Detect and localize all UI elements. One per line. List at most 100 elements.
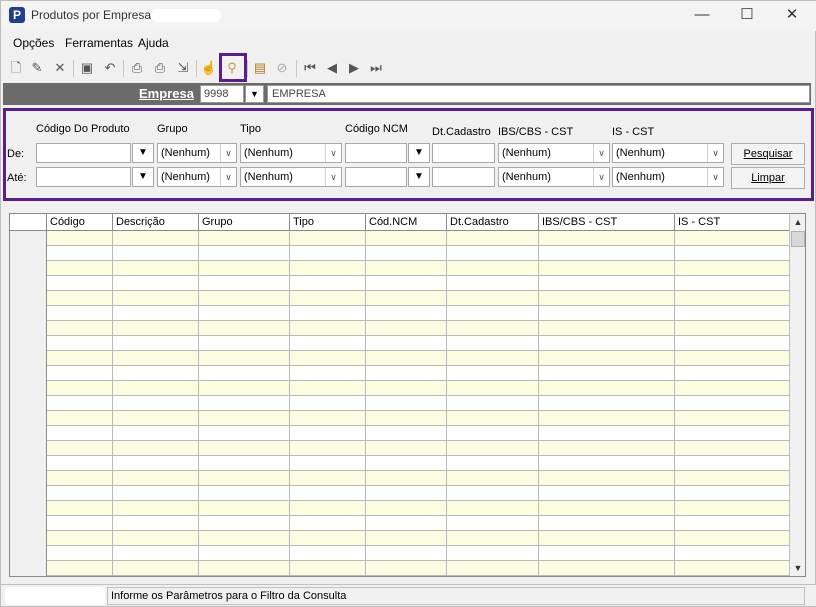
table-cell[interactable] bbox=[539, 246, 675, 261]
next-record-icon[interactable]: ▶ bbox=[345, 59, 363, 77]
previous-record-icon[interactable]: ◀ bbox=[323, 59, 341, 77]
table-cell[interactable] bbox=[675, 486, 790, 501]
table-cell[interactable] bbox=[366, 411, 447, 426]
row-selector[interactable] bbox=[10, 396, 47, 411]
table-cell[interactable] bbox=[199, 426, 290, 441]
table-cell[interactable] bbox=[539, 561, 675, 576]
table-cell[interactable] bbox=[199, 546, 290, 561]
table-cell[interactable] bbox=[290, 456, 366, 471]
table-cell[interactable] bbox=[675, 261, 790, 276]
table-cell[interactable] bbox=[366, 471, 447, 486]
close-button[interactable]: ✕ bbox=[772, 5, 812, 25]
table-row[interactable] bbox=[10, 441, 790, 456]
table-cell[interactable] bbox=[47, 336, 113, 351]
table-cell[interactable] bbox=[366, 246, 447, 261]
table-cell[interactable] bbox=[539, 411, 675, 426]
table-cell[interactable] bbox=[113, 426, 199, 441]
table-cell[interactable] bbox=[47, 561, 113, 576]
table-cell[interactable] bbox=[447, 411, 539, 426]
table-cell[interactable] bbox=[290, 321, 366, 336]
table-cell[interactable] bbox=[447, 396, 539, 411]
grupo-de-select[interactable]: (Nenhum) ∨ bbox=[157, 143, 237, 163]
scroll-down-icon[interactable]: ▼ bbox=[790, 560, 805, 576]
table-cell[interactable] bbox=[675, 396, 790, 411]
table-cell[interactable] bbox=[447, 261, 539, 276]
row-selector[interactable] bbox=[10, 501, 47, 516]
table-cell[interactable] bbox=[675, 531, 790, 546]
table-cell[interactable] bbox=[447, 456, 539, 471]
table-cell[interactable] bbox=[113, 411, 199, 426]
table-cell[interactable] bbox=[290, 501, 366, 516]
dtcadastro-ate-input[interactable] bbox=[432, 167, 495, 187]
table-cell[interactable] bbox=[366, 231, 447, 246]
table-cell[interactable] bbox=[47, 276, 113, 291]
table-cell[interactable] bbox=[290, 471, 366, 486]
table-row[interactable] bbox=[10, 246, 790, 261]
row-selector[interactable] bbox=[10, 426, 47, 441]
table-cell[interactable] bbox=[539, 486, 675, 501]
table-cell[interactable] bbox=[113, 546, 199, 561]
table-cell[interactable] bbox=[366, 441, 447, 456]
table-cell[interactable] bbox=[199, 396, 290, 411]
table-cell[interactable] bbox=[675, 351, 790, 366]
row-selector[interactable] bbox=[10, 381, 47, 396]
tipo-de-select[interactable]: (Nenhum) ∨ bbox=[240, 143, 342, 163]
table-cell[interactable] bbox=[113, 321, 199, 336]
table-cell[interactable] bbox=[539, 321, 675, 336]
first-record-icon[interactable]: ⏮ bbox=[301, 59, 319, 77]
ncm-ate-dropdown[interactable]: ▼ bbox=[408, 167, 430, 187]
table-cell[interactable] bbox=[113, 516, 199, 531]
table-cell[interactable] bbox=[539, 441, 675, 456]
table-cell[interactable] bbox=[290, 486, 366, 501]
column-header[interactable]: Grupo bbox=[199, 214, 290, 231]
table-cell[interactable] bbox=[366, 321, 447, 336]
table-cell[interactable] bbox=[539, 381, 675, 396]
maximize-button[interactable]: ☐ bbox=[727, 5, 767, 25]
row-selector[interactable] bbox=[10, 336, 47, 351]
scroll-up-icon[interactable]: ▲ bbox=[790, 214, 805, 230]
table-cell[interactable] bbox=[290, 351, 366, 366]
row-selector[interactable] bbox=[10, 531, 47, 546]
table-cell[interactable] bbox=[675, 426, 790, 441]
delete-icon[interactable]: ✕ bbox=[51, 59, 69, 77]
row-selector[interactable] bbox=[10, 561, 47, 576]
table-cell[interactable] bbox=[113, 276, 199, 291]
table-cell[interactable] bbox=[447, 336, 539, 351]
table-cell[interactable] bbox=[290, 396, 366, 411]
menu-ferramentas[interactable]: Ferramentas bbox=[65, 36, 133, 50]
table-cell[interactable] bbox=[47, 366, 113, 381]
table-cell[interactable] bbox=[199, 291, 290, 306]
export-icon[interactable]: ⇲ bbox=[174, 59, 192, 77]
vertical-scrollbar[interactable]: ▲ ▼ bbox=[789, 214, 805, 576]
column-header[interactable]: Dt.Cadastro bbox=[447, 214, 539, 231]
empresa-code-field[interactable]: 9998 bbox=[200, 85, 244, 103]
table-row[interactable] bbox=[10, 366, 790, 381]
table-cell[interactable] bbox=[447, 246, 539, 261]
menu-ajuda[interactable]: Ajuda bbox=[138, 36, 169, 50]
column-header[interactable]: IBS/CBS - CST bbox=[539, 214, 675, 231]
table-cell[interactable] bbox=[199, 486, 290, 501]
table-cell[interactable] bbox=[539, 336, 675, 351]
table-cell[interactable] bbox=[539, 546, 675, 561]
table-cell[interactable] bbox=[447, 486, 539, 501]
table-cell[interactable] bbox=[675, 306, 790, 321]
table-cell[interactable] bbox=[539, 276, 675, 291]
table-cell[interactable] bbox=[366, 501, 447, 516]
table-cell[interactable] bbox=[447, 546, 539, 561]
table-cell[interactable] bbox=[47, 306, 113, 321]
table-cell[interactable] bbox=[47, 546, 113, 561]
table-cell[interactable] bbox=[290, 336, 366, 351]
table-cell[interactable] bbox=[290, 411, 366, 426]
row-selector[interactable] bbox=[10, 546, 47, 561]
table-row[interactable] bbox=[10, 306, 790, 321]
table-cell[interactable] bbox=[290, 426, 366, 441]
table-cell[interactable] bbox=[447, 426, 539, 441]
table-row[interactable] bbox=[10, 486, 790, 501]
table-row[interactable] bbox=[10, 501, 790, 516]
table-cell[interactable] bbox=[113, 471, 199, 486]
table-cell[interactable] bbox=[675, 411, 790, 426]
table-cell[interactable] bbox=[199, 231, 290, 246]
table-cell[interactable] bbox=[366, 381, 447, 396]
table-cell[interactable] bbox=[447, 501, 539, 516]
column-header[interactable]: Cód.NCM bbox=[366, 214, 447, 231]
